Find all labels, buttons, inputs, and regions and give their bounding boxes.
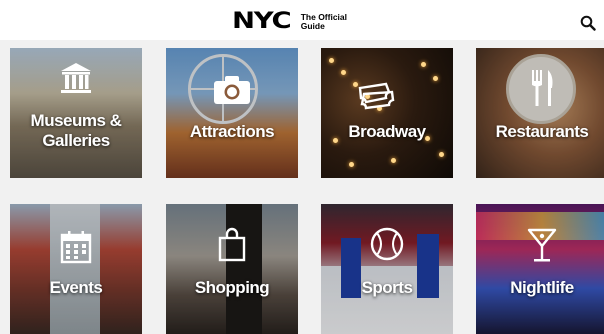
tile-nightlife[interactable]: Nightlife bbox=[476, 204, 604, 334]
cocktail-icon bbox=[527, 228, 557, 262]
fork-knife-icon bbox=[532, 70, 553, 106]
tile-shopping[interactable]: Shopping bbox=[166, 204, 298, 334]
shopping-bag-icon bbox=[218, 227, 246, 262]
tile-label: Sports bbox=[361, 278, 413, 297]
tile-attractions[interactable]: Attractions bbox=[166, 48, 298, 178]
tile-label: Nightlife bbox=[510, 278, 574, 297]
logo-mark: NYC bbox=[232, 9, 292, 34]
nyc-logo[interactable]: NYC The Official Guide bbox=[232, 11, 361, 33]
tile-label: Events bbox=[49, 278, 103, 297]
ticket-icon bbox=[358, 82, 395, 110]
tile-label: Museums & Galleries bbox=[10, 111, 142, 151]
tile-label: Broadway bbox=[348, 122, 426, 141]
logo-tagline: The Official Guide bbox=[301, 13, 361, 31]
tile-museums-galleries[interactable]: Museums & Galleries bbox=[10, 48, 142, 178]
tile-label-line2: Galleries bbox=[42, 131, 110, 150]
tile-restaurants[interactable]: Restaurants bbox=[476, 48, 604, 178]
tile-label: Attractions bbox=[189, 122, 275, 141]
museum-icon bbox=[61, 63, 91, 93]
search-icon[interactable] bbox=[580, 15, 596, 31]
tile-events[interactable]: Events bbox=[10, 204, 142, 334]
tile-broadway[interactable]: Broadway bbox=[321, 48, 453, 178]
tile-label-line1: Museums & bbox=[30, 111, 122, 130]
top-header: NYC The Official Guide bbox=[0, 0, 604, 40]
camera-icon bbox=[214, 76, 250, 104]
logo-tagline-line2: Guide bbox=[300, 21, 325, 31]
tile-label: Restaurants bbox=[495, 122, 589, 141]
tile-label: Shopping bbox=[194, 278, 270, 297]
baseball-icon bbox=[370, 227, 404, 261]
tile-sports[interactable]: Sports bbox=[321, 204, 453, 334]
calendar-icon bbox=[60, 231, 92, 264]
